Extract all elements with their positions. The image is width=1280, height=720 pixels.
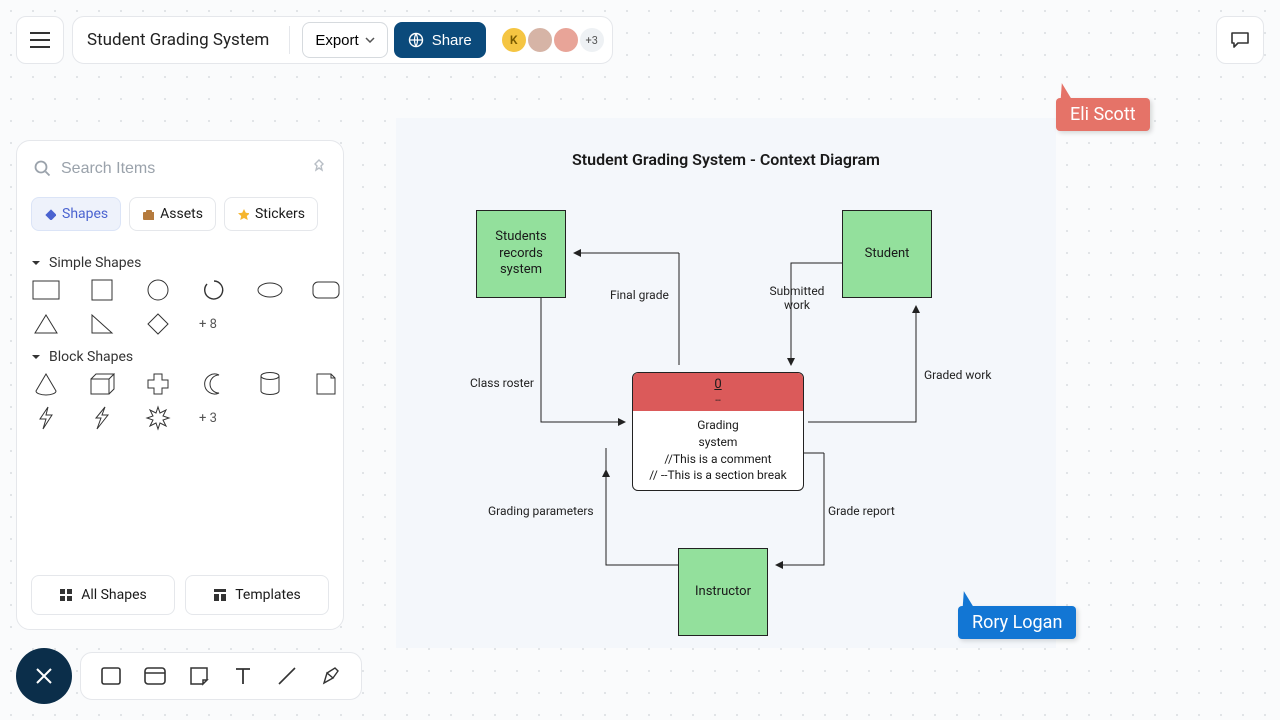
export-label: Export	[315, 32, 358, 49]
all-shapes-button[interactable]: All Shapes	[31, 575, 175, 615]
cursor-eli: Eli Scott	[1056, 84, 1150, 131]
tab-assets[interactable]: Assets	[129, 197, 216, 231]
edge-final-grade: Final grade	[610, 288, 669, 302]
node-body: Grading system //This is a comment // --…	[633, 411, 803, 490]
shape-bolt[interactable]	[31, 407, 61, 429]
shape-moon[interactable]	[199, 373, 229, 395]
edge-grade-report: Grade report	[828, 504, 895, 518]
shape-burst[interactable]	[143, 407, 173, 429]
edge-class-roster: Class roster	[470, 376, 534, 390]
menu-button[interactable]	[16, 16, 64, 64]
avatar-overflow[interactable]: +3	[578, 26, 606, 54]
shape-circle[interactable]	[143, 279, 173, 301]
shape-note[interactable]	[311, 373, 341, 395]
document-header: Student Grading System Export Share K +3	[72, 16, 613, 64]
cursor-label: Rory Logan	[958, 606, 1076, 639]
shape-bolt-2[interactable]	[87, 407, 117, 429]
tab-label: Assets	[160, 206, 203, 222]
shape-right-triangle[interactable]	[87, 313, 117, 335]
shape-arc[interactable]	[199, 279, 229, 301]
tab-label: Shapes	[62, 206, 108, 222]
node-records-system[interactable]: Students records system	[476, 210, 566, 298]
diagram-canvas[interactable]: Student Grading System - Context Diagram…	[396, 118, 1056, 648]
tool-text[interactable]	[231, 664, 255, 688]
layout-icon	[213, 588, 227, 602]
avatar-user-3[interactable]	[552, 26, 580, 54]
comment-icon	[1229, 29, 1251, 51]
simple-more[interactable]: + 8	[199, 317, 243, 332]
tab-shapes[interactable]: Shapes	[31, 197, 121, 231]
close-fab[interactable]	[16, 648, 72, 704]
shape-cube[interactable]	[87, 373, 117, 395]
shape-diamond[interactable]	[143, 313, 173, 335]
bottom-toolbar	[80, 652, 362, 700]
edge-submitted-work: Submitted work	[762, 284, 832, 312]
shape-rect[interactable]	[31, 279, 61, 301]
star-icon	[237, 208, 249, 220]
tool-pen[interactable]	[319, 664, 343, 688]
shapes-panel: Shapes Assets Stickers Simple Shapes + 8…	[16, 140, 344, 630]
hamburger-icon	[30, 32, 50, 48]
chevron-down-icon	[365, 37, 375, 43]
shape-cylinder[interactable]	[255, 373, 285, 395]
diamond-icon	[44, 208, 56, 220]
edge-grading-params: Grading parameters	[488, 504, 594, 518]
tab-label: Stickers	[255, 206, 305, 222]
tool-line[interactable]	[275, 664, 299, 688]
block-more[interactable]: + 3	[199, 411, 243, 426]
cursor-label: Eli Scott	[1056, 98, 1150, 131]
avatar-user-2[interactable]	[526, 26, 554, 54]
search-icon	[33, 159, 53, 179]
shape-roundrect[interactable]	[311, 279, 341, 301]
search-input[interactable]	[61, 160, 303, 178]
comments-button[interactable]	[1216, 16, 1264, 64]
share-label: Share	[432, 32, 472, 49]
tab-stickers[interactable]: Stickers	[224, 197, 318, 231]
caret-down-icon	[31, 352, 41, 362]
shape-square[interactable]	[87, 279, 117, 301]
shape-cone[interactable]	[31, 373, 61, 395]
briefcase-icon	[142, 208, 154, 220]
edge-graded-work: Graded work	[924, 368, 991, 382]
document-title[interactable]: Student Grading System	[87, 30, 269, 50]
section-block-shapes[interactable]: Block Shapes	[31, 349, 329, 365]
export-button[interactable]: Export	[302, 22, 387, 58]
caret-down-icon	[31, 258, 41, 268]
close-icon	[35, 667, 53, 685]
templates-button[interactable]: Templates	[185, 575, 329, 615]
pin-icon[interactable]	[311, 159, 327, 179]
avatar-user-1[interactable]: K	[500, 26, 528, 54]
globe-icon	[408, 32, 424, 48]
cursor-rory: Rory Logan	[958, 592, 1076, 639]
tool-rect[interactable]	[99, 664, 123, 688]
node-instructor[interactable]: Instructor	[678, 548, 768, 636]
node-student[interactable]: Student	[842, 210, 932, 298]
section-simple-shapes[interactable]: Simple Shapes	[31, 255, 329, 271]
share-button[interactable]: Share	[394, 22, 486, 58]
tool-card[interactable]	[143, 664, 167, 688]
shape-ellipse[interactable]	[255, 279, 285, 301]
tool-sticky[interactable]	[187, 664, 211, 688]
grid-icon	[59, 588, 73, 602]
divider	[289, 26, 290, 54]
node-grading-system[interactable]: 0-- Grading system //This is a comment /…	[632, 372, 804, 491]
shape-plus[interactable]	[143, 373, 173, 395]
shape-triangle[interactable]	[31, 313, 61, 335]
node-header: 0--	[633, 373, 803, 411]
